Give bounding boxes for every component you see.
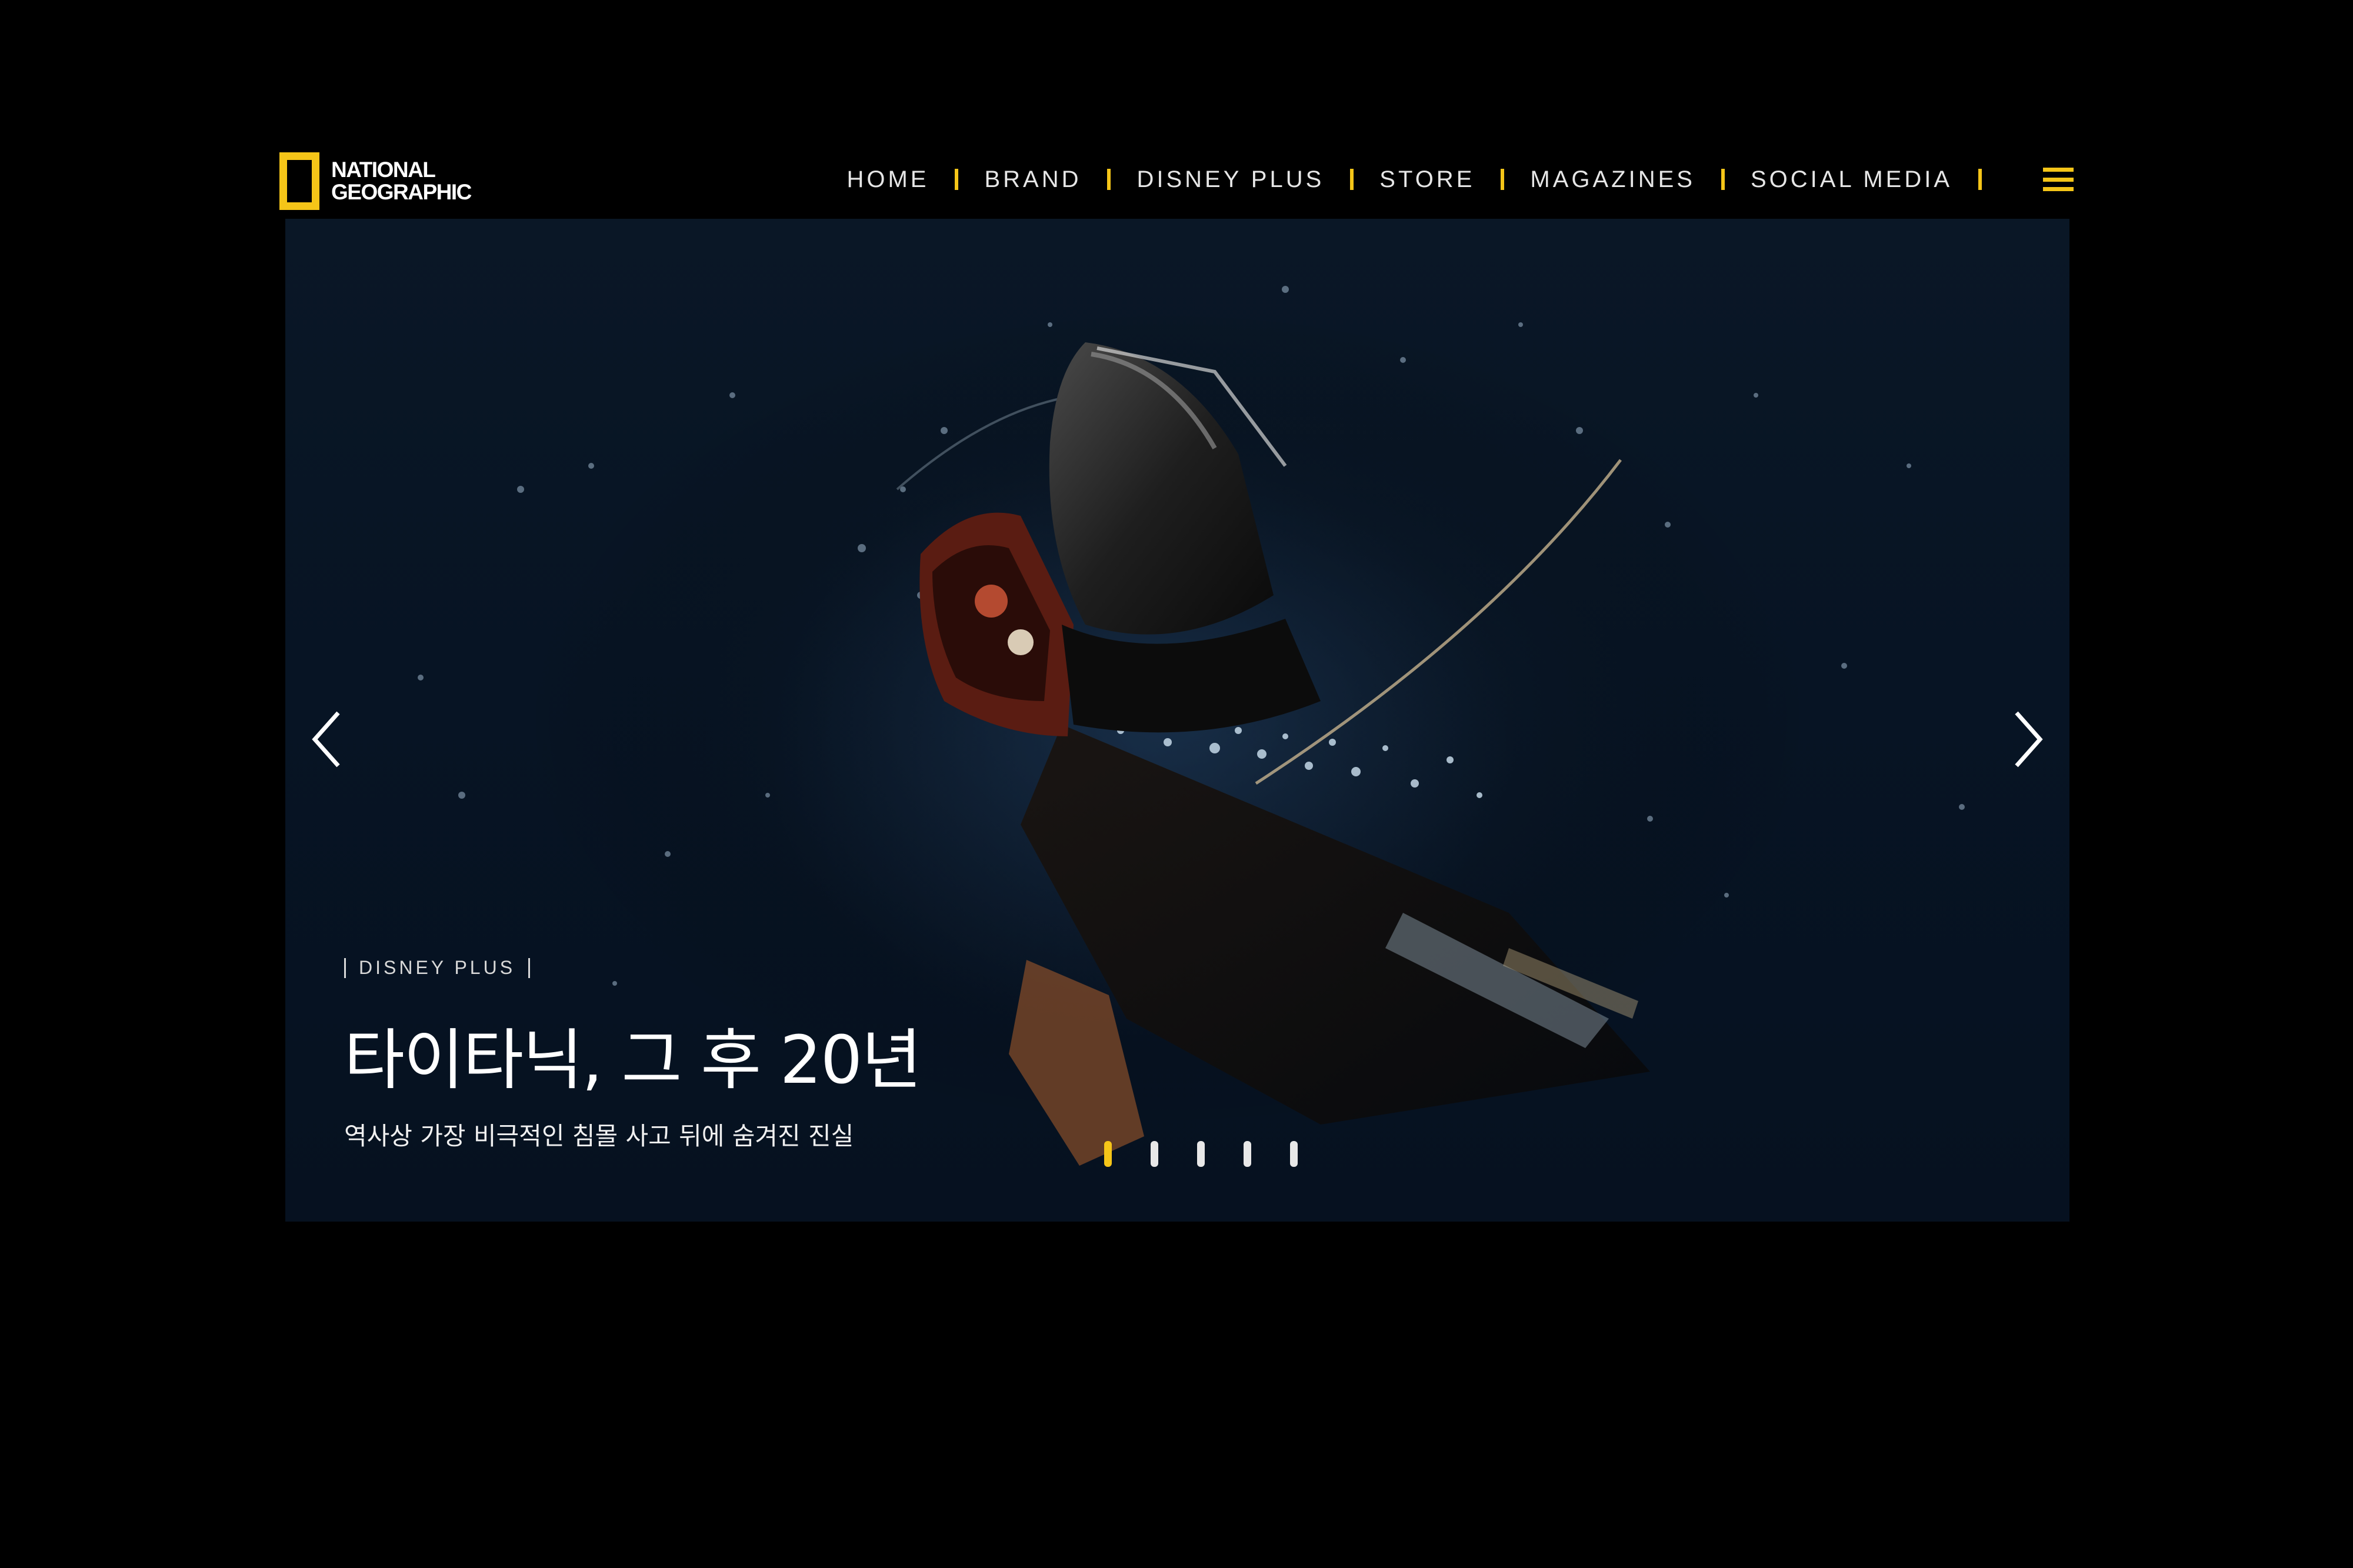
slide-dot-4[interactable] xyxy=(1244,1141,1251,1167)
slide-dot-3[interactable] xyxy=(1197,1141,1205,1167)
hero-slider: DISNEY PLUS 타이타닉, 그 후 20년 역사상 가장 비극적인 침몰… xyxy=(285,219,2069,1222)
logo-line-2: GEOGRAPHIC xyxy=(331,180,472,204)
nav-item-brand[interactable]: BRAND xyxy=(984,166,1081,193)
chevron-left-icon[interactable] xyxy=(300,701,353,778)
nav-separator xyxy=(1350,169,1354,190)
nav-separator xyxy=(1721,169,1725,190)
yellow-rectangle-icon xyxy=(279,152,319,210)
slide-pagination xyxy=(1104,1141,1298,1167)
nav-item-magazines[interactable]: MAGAZINES xyxy=(1530,166,1695,193)
nav-item-home[interactable]: HOME xyxy=(846,166,929,193)
slide-category-label: DISNEY PLUS xyxy=(359,957,516,978)
main-nav: HOME BRAND DISNEY PLUS STORE MAGAZINES S… xyxy=(846,159,2074,200)
logo-wordmark: NATIONAL GEOGRAPHIC xyxy=(331,158,472,204)
slide-category[interactable]: DISNEY PLUS xyxy=(344,957,921,979)
slide-dot-5[interactable] xyxy=(1290,1141,1298,1167)
nav-separator xyxy=(1501,169,1505,190)
nav-separator xyxy=(1107,169,1111,190)
page: NATIONAL GEOGRAPHIC HOME BRAND DISNEY PL… xyxy=(0,0,2353,1568)
nav-item-disney-plus[interactable]: DISNEY PLUS xyxy=(1136,166,1324,193)
nav-separator xyxy=(955,169,959,190)
chevron-right-icon[interactable] xyxy=(2002,701,2055,778)
nav-item-social-media[interactable]: SOCIAL MEDIA xyxy=(1751,166,1952,193)
slide-subtitle: 역사상 가장 비극적인 침몰 사고 뒤에 숨겨진 진실 xyxy=(344,1122,854,1150)
logo-line-1: NATIONAL xyxy=(331,158,436,182)
national-geographic-logo[interactable]: NATIONAL GEOGRAPHIC xyxy=(279,152,472,211)
nav-separator xyxy=(1978,169,1982,190)
hamburger-menu-icon[interactable] xyxy=(2043,168,2074,191)
nav-item-store[interactable]: STORE xyxy=(1379,166,1475,193)
slide-title[interactable]: 타이타닉, 그 후 20년 xyxy=(344,1007,922,1102)
slide-caption: DISNEY PLUS 타이타닉, 그 후 20년 역사상 가장 비극적인 침몰… xyxy=(344,957,922,1152)
slide-dot-1[interactable] xyxy=(1104,1141,1112,1167)
site-header: NATIONAL GEOGRAPHIC HOME BRAND DISNEY PL… xyxy=(279,141,2074,218)
slide-dot-2[interactable] xyxy=(1151,1141,1158,1167)
